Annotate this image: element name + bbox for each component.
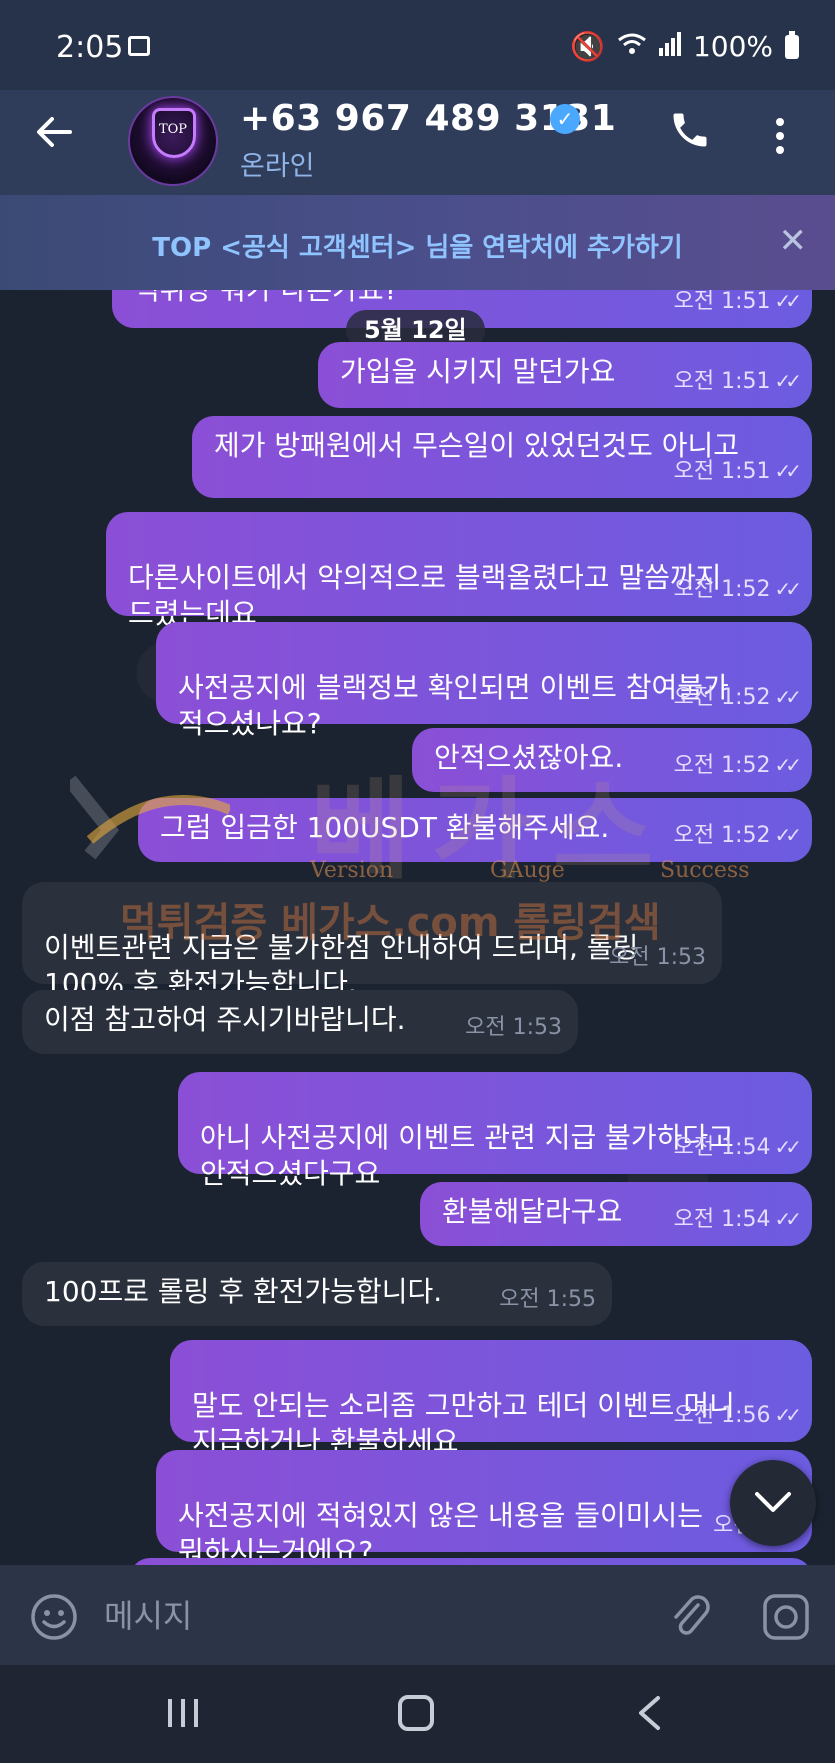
message-text: 사전공지에 적혀있지 않은 내용을 들이미시는 뭐하시는거에요? (178, 1499, 704, 1565)
message-bubble-partial[interactable] (130, 1558, 812, 1565)
message-time: 오전 1:55 (499, 1287, 596, 1312)
message-time: 오전 1:52 ✓✓ (673, 823, 802, 848)
double-check-icon: ✓✓ (774, 459, 801, 483)
double-check-icon: ✓✓ (774, 753, 801, 777)
message-text: 이점 참고하여 주시기바랍니다. (44, 1003, 406, 1036)
message-input[interactable] (102, 1589, 566, 1643)
message-text: 제가 방패원에서 무슨일이 있었던것도 아니고 (214, 429, 740, 462)
contact-avatar[interactable]: TOP (128, 96, 218, 186)
message-time: 오전 1:52 ✓✓ (673, 685, 802, 710)
message-time: 오전 1:52 ✓✓ (673, 753, 802, 778)
mute-icon: 🔇 (570, 30, 605, 63)
message-text: 환불해달라구요 (442, 1195, 623, 1228)
message-time: 오전 1:56 ✓✓ (673, 1403, 802, 1428)
message-bubble[interactable]: 사전공지에 적혀있지 않은 내용을 들이미시는 뭐하시는거에요? 오전 1:5 (156, 1450, 812, 1565)
message-time: 오전 1:51 ✓✓ (673, 290, 802, 314)
message-text: 말도 안되는 소리좀 그만하고 테더 이벤트 머니 지급하거나 환불하세요 (192, 1389, 735, 1458)
scroll-down-button[interactable] (730, 1460, 816, 1546)
message-bubble[interactable]: 가입을 시키지 말던가요 오전 1:51 ✓✓ (318, 342, 812, 408)
double-check-icon: ✓✓ (774, 1135, 801, 1159)
message-time: 오전 1:52 ✓✓ (673, 577, 802, 602)
avatar-label: TOP (158, 122, 188, 137)
message-text: 100프로 롤링 후 환전가능합니다. (44, 1275, 443, 1308)
verified-check-icon: ✓ (550, 104, 580, 134)
double-check-icon: ✓✓ (774, 823, 801, 847)
system-nav-bar (0, 1665, 835, 1763)
double-check-icon: ✓✓ (774, 685, 801, 709)
status-bar: 2:05 🔇 100% (0, 0, 835, 90)
battery-text: 100% (692, 30, 773, 63)
chat-header: TOP +63 967 489 3131 ✓ 온라인 (0, 90, 835, 195)
watermark-line: 먹튀검증 베가스.com 롤링검색 (120, 900, 661, 946)
message-text: 먹튀랑 뭐가 다른가요? (134, 290, 399, 306)
message-text: 그럼 입금한 100USDT 환불해주세요. (160, 811, 610, 844)
message-text: 다른사이트에서 악의적으로 블랙올렸다고 말씀까지 드렸는데요 (128, 561, 722, 630)
battery-icon (785, 30, 799, 59)
paperclip-icon[interactable] (668, 1591, 712, 1643)
close-icon[interactable]: ✕ (779, 221, 808, 261)
status-icons: 🔇 100% (570, 30, 799, 63)
message-text: 가입을 시키지 말던가요 (340, 355, 616, 388)
add-contact-banner[interactable]: TOP <공식 고객센터> 님을 연락처에 추가하기 ✕ (0, 195, 835, 290)
message-bubble[interactable]: 안적으셨잖아요. 오전 1:52 ✓✓ (412, 728, 812, 792)
message-bubble[interactable]: 환불해달라구요 오전 1:54 ✓✓ (420, 1182, 812, 1246)
double-check-icon: ✓✓ (774, 577, 801, 601)
signal-icon (658, 30, 681, 63)
message-bubble[interactable]: 말도 안되는 소리좀 그만하고 테더 이벤트 머니 지급하거나 환불하세요 오전… (170, 1340, 812, 1458)
message-bubble[interactable]: 이점 참고하여 주시기바랍니다. 오전 1:53 (22, 990, 578, 1054)
message-time: 오전 1:53 (465, 1015, 562, 1040)
message-bubble[interactable]: 100프로 롤링 후 환전가능합니다. 오전 1:55 (22, 1262, 612, 1326)
message-bubble[interactable]: 제가 방패원에서 무슨일이 있었던것도 아니고 오전 1:51 ✓✓ (192, 416, 812, 498)
message-time: 오전 1:51 ✓✓ (673, 459, 802, 484)
phone-call-icon[interactable] (668, 108, 718, 158)
message-bubble[interactable]: 아니 사전공지에 이벤트 관련 지급 불가하다고 안적으셨다구요 오전 1:54… (178, 1072, 812, 1190)
message-text: 아니 사전공지에 이벤트 관련 지급 불가하다고 안적으셨다구요 (200, 1121, 734, 1190)
emoji-icon[interactable] (30, 1593, 78, 1645)
message-list[interactable]: 먹튀랑 뭐가 다른가요? 오전 1:51✓✓ 5월 12일 가입을 시키지 말던… (0, 290, 835, 1565)
message-time: 오전 1:54 ✓✓ (673, 1135, 802, 1160)
message-bubble[interactable]: 다른사이트에서 악의적으로 블랙올렸다고 말씀까지 드렸는데요 오전 1:52 ✓… (106, 512, 812, 630)
recent-apps-icon[interactable] (166, 1697, 200, 1733)
double-check-icon: ✓✓ (774, 369, 801, 393)
back-arrow-icon[interactable] (34, 112, 74, 160)
status-time: 2:05 (56, 30, 124, 65)
nav-back-icon[interactable] (636, 1695, 662, 1735)
gallery-notification-icon (128, 36, 150, 56)
message-time: 오전 1:51 ✓✓ (673, 369, 802, 394)
contact-status: 온라인 (240, 151, 315, 182)
add-contact-text[interactable]: TOP <공식 고객센터> 님을 연락처에 추가하기 (0, 227, 835, 264)
double-check-icon: ✓✓ (774, 1403, 801, 1427)
message-input-bar (0, 1565, 835, 1665)
message-bubble[interactable]: 사전공지에 블랙정보 확인되면 이벤트 참여불가 적으셨나요? 오전 1:52 ✓… (156, 622, 812, 740)
double-check-icon: ✓✓ (774, 290, 801, 313)
wifi-icon (617, 30, 647, 63)
message-time: 오전 1:54 ✓✓ (673, 1207, 802, 1232)
message-bubble[interactable]: 그럼 입금한 100USDT 환불해주세요. 오전 1:52 ✓✓ (138, 798, 812, 862)
message-text: 안적으셨잖아요. (434, 741, 624, 774)
home-icon[interactable] (398, 1695, 434, 1731)
more-options-icon[interactable] (776, 118, 788, 160)
double-check-icon: ✓✓ (774, 1207, 801, 1231)
camera-icon[interactable] (762, 1593, 810, 1645)
